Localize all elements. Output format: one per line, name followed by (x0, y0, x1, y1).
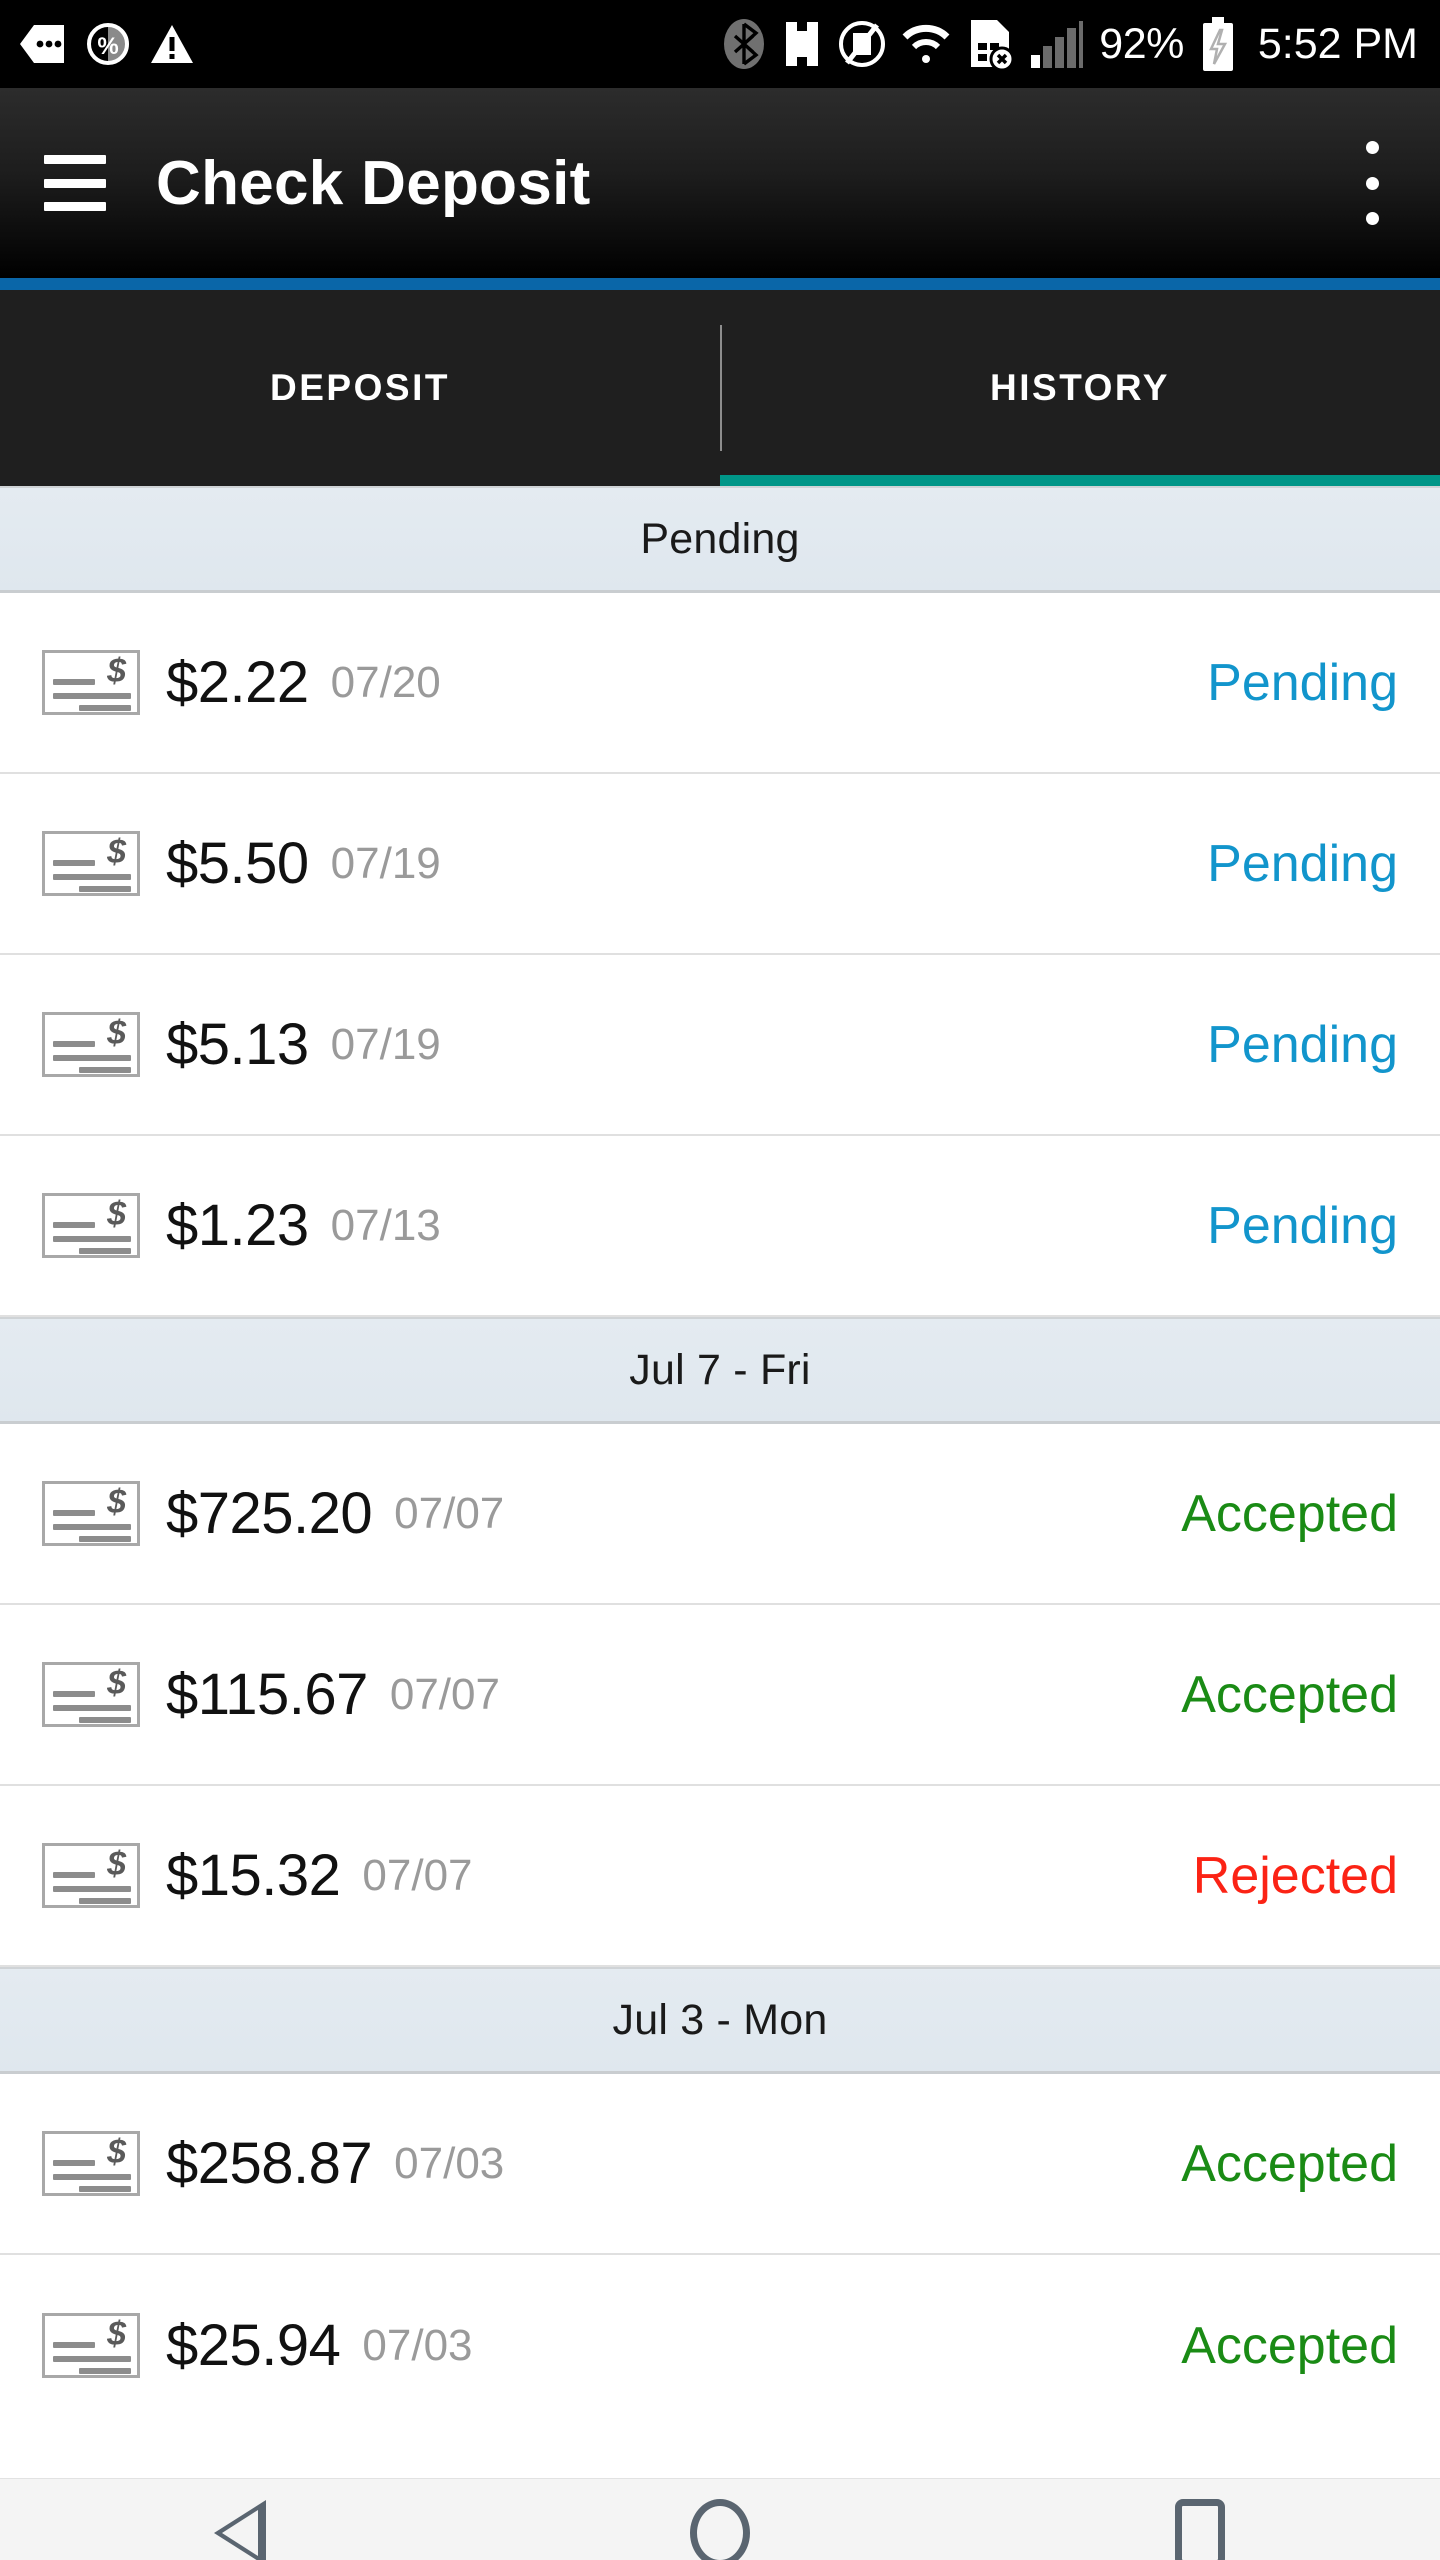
system-navigation-bar (0, 2478, 1440, 2560)
deposit-amount: $115.67 (166, 1662, 368, 1727)
status-badge: Pending (1207, 653, 1398, 712)
status-badge: Accepted (1181, 2134, 1398, 2193)
more-vertical-icon[interactable] (1344, 135, 1400, 231)
deposit-amount: $2.22 (166, 650, 309, 715)
menu-line (44, 178, 106, 188)
deposit-amount: $15.32 (166, 1843, 341, 1908)
percent-circle-icon: % (86, 22, 130, 66)
check-document-icon: $ (42, 831, 140, 896)
tab-history-label: HISTORY (990, 367, 1170, 408)
check-document-icon: $ (42, 2313, 140, 2378)
page-title: Check Deposit (156, 148, 591, 218)
deposit-date: 07/07 (394, 1488, 505, 1538)
status-bar: % 92% 5:52 PM (0, 0, 1440, 88)
nav-home-button[interactable] (620, 2479, 820, 2560)
deposit-date: 07/07 (362, 1850, 473, 1900)
clock-label: 5:52 PM (1257, 19, 1418, 68)
deposit-date: 07/19 (330, 1019, 441, 1069)
check-document-icon: $ (42, 1843, 140, 1908)
status-bar-left-icons: % (20, 22, 194, 66)
deposit-amount: $725.20 (166, 1481, 373, 1546)
tab-deposit-label: DEPOSIT (270, 367, 450, 408)
status-badge: Pending (1207, 834, 1398, 893)
section-header: Jul 3 - Mon (0, 1967, 1440, 2074)
status-badge: Pending (1207, 1015, 1398, 1074)
deposit-amount: $258.87 (166, 2131, 373, 2196)
section-header-label: Jul 3 - Mon (612, 1995, 828, 2044)
tab-history[interactable]: HISTORY (720, 290, 1440, 486)
back-triangle-icon (214, 2499, 266, 2560)
check-document-icon: $ (42, 650, 140, 715)
nav-recents-button[interactable] (1100, 2479, 1300, 2560)
check-document-icon: $ (42, 1481, 140, 1546)
accent-divider (0, 278, 1440, 290)
deposit-amount: $5.50 (166, 831, 309, 896)
deposit-date: 07/07 (389, 1669, 500, 1719)
svg-text:%: % (97, 33, 118, 60)
home-circle-icon (690, 2498, 750, 2560)
check-document-icon: $ (42, 1193, 140, 1258)
status-badge: Accepted (1181, 1484, 1398, 1543)
deposit-date: 07/13 (330, 1200, 441, 1250)
status-badge: Rejected (1192, 1846, 1398, 1905)
overflow-dot (1365, 176, 1379, 190)
hamburger-menu-icon[interactable] (44, 155, 106, 211)
overflow-dot (1365, 141, 1379, 154)
table-row[interactable]: $ $15.32 07/07 Rejected (0, 1786, 1440, 1967)
bluetooth-icon (723, 17, 765, 71)
nfc-icon (781, 17, 823, 71)
deposit-date: 07/20 (330, 657, 441, 707)
battery-percent-label: 92% (1099, 19, 1184, 68)
nav-back-button[interactable] (140, 2479, 340, 2560)
app-bar: Check Deposit (0, 88, 1440, 278)
tab-deposit[interactable]: DEPOSIT (0, 290, 720, 486)
table-row[interactable]: $ $2.22 07/20 Pending (0, 593, 1440, 774)
table-row[interactable]: $ $1.23 07/13 Pending (0, 1136, 1440, 1317)
check-document-icon: $ (42, 1662, 140, 1727)
sim-error-icon (967, 17, 1014, 71)
section-header: Pending (0, 486, 1440, 593)
table-row[interactable]: $ $725.20 07/07 Accepted (0, 1424, 1440, 1605)
deposit-date: 07/19 (330, 838, 441, 888)
table-row[interactable]: $ $115.67 07/07 Accepted (0, 1605, 1440, 1786)
status-badge: Pending (1207, 1196, 1398, 1255)
warning-triangle-icon (150, 23, 194, 65)
check-document-icon: $ (42, 1012, 140, 1077)
wifi-icon (901, 23, 951, 65)
table-row[interactable]: $ $25.94 07/03 Accepted (0, 2255, 1440, 2436)
table-row[interactable]: $ $258.87 07/03 Accepted (0, 2074, 1440, 2255)
back-arrow-dots-icon (20, 23, 66, 65)
status-badge: Accepted (1181, 1665, 1398, 1724)
recents-square-icon (1175, 2498, 1225, 2560)
deposit-amount: $5.13 (166, 1012, 309, 1077)
vibrate-off-icon (839, 17, 886, 71)
menu-line (44, 202, 106, 211)
check-document-icon: $ (42, 2131, 140, 2196)
deposit-amount: $25.94 (166, 2313, 341, 2378)
section-header: Jul 7 - Fri (0, 1317, 1440, 1424)
deposit-date: 07/03 (362, 2320, 473, 2370)
section-header-label: Pending (640, 514, 800, 563)
table-row[interactable]: $ $5.50 07/19 Pending (0, 774, 1440, 955)
tab-bar: DEPOSIT HISTORY (0, 290, 1440, 486)
signal-bars-icon (1029, 19, 1084, 69)
overflow-dot (1365, 212, 1379, 225)
battery-charging-icon (1200, 16, 1236, 72)
status-bar-right-icons: 92% 5:52 PM (723, 16, 1418, 72)
history-list[interactable]: Pending $ $2.22 07/20 Pending $ $5.50 07… (0, 486, 1440, 2478)
menu-line (44, 155, 106, 164)
status-badge: Accepted (1181, 2316, 1398, 2375)
deposit-amount: $1.23 (166, 1193, 309, 1258)
table-row[interactable]: $ $5.13 07/19 Pending (0, 955, 1440, 1136)
section-header-label: Jul 7 - Fri (629, 1345, 811, 1394)
deposit-date: 07/03 (394, 2138, 505, 2188)
